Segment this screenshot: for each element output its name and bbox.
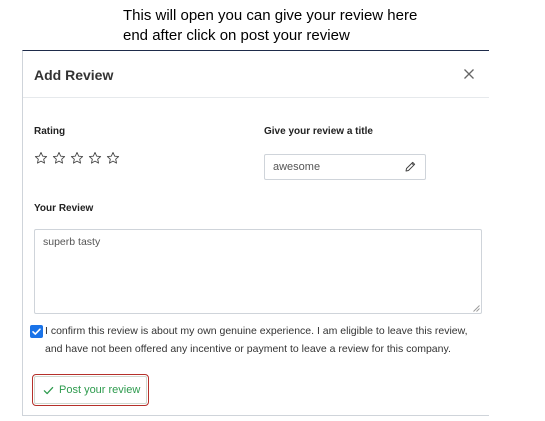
star-icon[interactable] [34, 151, 48, 165]
checkmark-icon [32, 328, 41, 335]
star-icon[interactable] [52, 151, 66, 165]
review-title-label: Give your review a title [264, 126, 373, 137]
instruction-caption: This will open you can give your review … [0, 6, 545, 46]
add-review-modal: Add Review Rating Give your review a tit… [22, 50, 489, 416]
pencil-icon[interactable] [404, 160, 417, 173]
check-icon [43, 386, 54, 394]
star-icon[interactable] [70, 151, 84, 165]
post-review-label: Post your review [59, 384, 141, 396]
resize-grip-icon[interactable] [472, 304, 480, 312]
review-body-label: Your Review [34, 203, 94, 214]
caption-line-1: This will open you can give your review … [123, 7, 418, 24]
modal-title: Add Review [34, 67, 114, 83]
review-body-textarea[interactable]: superb tasty [43, 236, 463, 296]
star-icon[interactable] [88, 151, 102, 165]
review-body-field[interactable]: superb tasty [34, 229, 482, 314]
caption-line-2: end after click on post your review [123, 27, 350, 44]
review-title-field[interactable] [264, 154, 426, 180]
confirm-text: I confirm this review is about my own ge… [45, 325, 468, 355]
close-icon[interactable] [461, 66, 477, 82]
post-review-button[interactable]: Post your review [32, 374, 149, 406]
review-title-input[interactable] [273, 158, 398, 176]
rating-stars[interactable] [34, 151, 120, 165]
modal-header: Add Review [23, 51, 489, 98]
star-icon[interactable] [106, 151, 120, 165]
confirm-checkbox[interactable] [30, 325, 43, 338]
rating-label: Rating [34, 126, 66, 137]
